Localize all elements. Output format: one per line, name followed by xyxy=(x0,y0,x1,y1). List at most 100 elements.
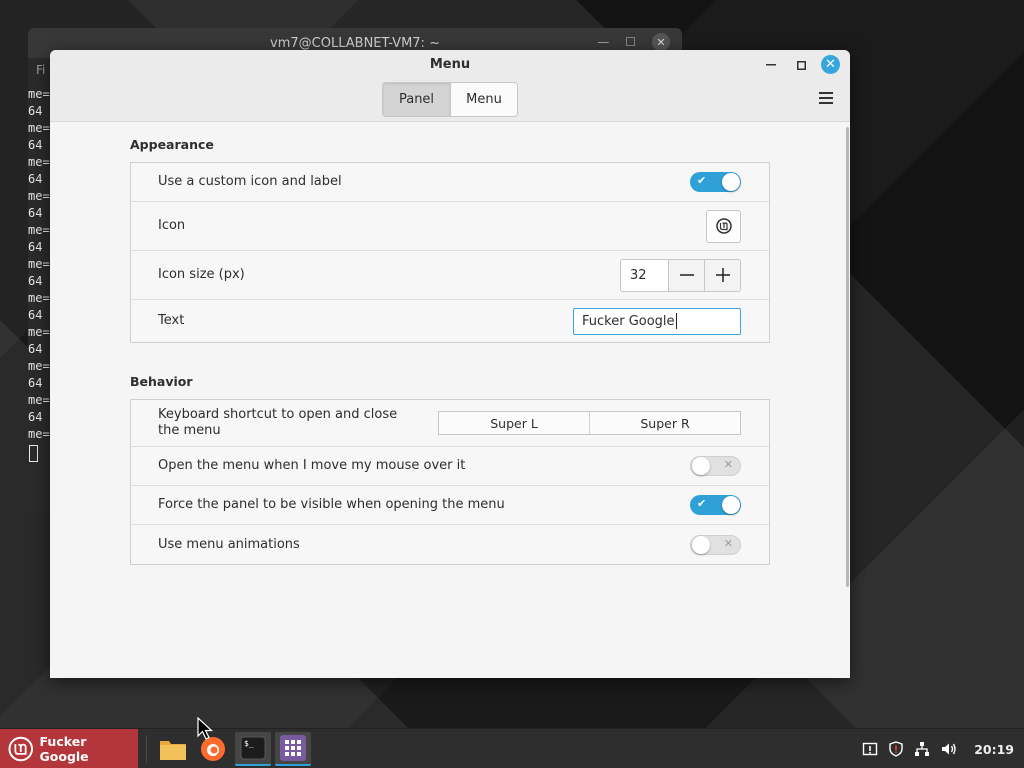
menu-text-value: Fucker Google xyxy=(582,313,675,329)
menu-settings-dialog: Menu ✕ Panel Menu Appearance Use a custo… xyxy=(50,50,850,678)
terminal-menu-file[interactable]: Fi xyxy=(36,63,45,77)
hover-label: Open the menu when I move my mouse over … xyxy=(158,458,466,473)
dialog-title: Menu xyxy=(429,57,471,72)
mouse-pointer-icon xyxy=(197,717,214,740)
shortcut-primary[interactable]: Super L xyxy=(439,412,589,434)
minus-icon xyxy=(679,274,694,276)
row-force-panel: Force the panel to be visible when openi… xyxy=(131,486,769,525)
row-icon: Icon xyxy=(131,202,769,251)
animations-switch[interactable]: ✕ xyxy=(690,534,741,555)
tab-panel[interactable]: Panel xyxy=(383,83,450,116)
tab-switcher: Panel Menu xyxy=(382,82,518,117)
maximize-icon[interactable]: ☐ xyxy=(625,35,636,49)
custom-icon-label: Use a custom icon and label xyxy=(158,174,342,189)
menu-applet-label: Fucker Google xyxy=(39,734,89,764)
terminal-line: me= xyxy=(28,155,50,169)
terminal-launcher[interactable]: $_ xyxy=(235,732,271,766)
row-text: Text Fucker Google xyxy=(131,300,769,342)
x-icon: ✕ xyxy=(723,536,733,550)
terminal-line: 64 xyxy=(28,376,43,390)
hamburger-menu-icon[interactable] xyxy=(819,92,833,107)
minimize-icon[interactable]: — xyxy=(597,35,609,49)
behavior-frame: Keyboard shortcut to open and close the … xyxy=(130,399,770,565)
terminal-line: me= xyxy=(28,393,50,407)
settings-page: Appearance Use a custom icon and label ✔… xyxy=(50,122,850,678)
menu-settings-launcher[interactable] xyxy=(275,732,311,766)
menu-applet-button[interactable]: Fucker Google xyxy=(0,729,138,768)
hover-switch[interactable]: ✕ xyxy=(690,456,741,476)
custom-icon-switch[interactable]: ✔ xyxy=(690,172,741,192)
force-panel-switch[interactable]: ✔ xyxy=(690,495,741,515)
svg-text:$_: $_ xyxy=(244,739,254,748)
taskbar: Fucker Google $_ 20:19 xyxy=(0,728,1024,768)
terminal-line: me= xyxy=(28,325,50,339)
decrement-button[interactable] xyxy=(668,259,704,291)
shortcut-secondary[interactable]: Super R xyxy=(589,412,740,434)
text-label: Text xyxy=(158,313,185,328)
panel-separator xyxy=(146,735,147,763)
plus-icon xyxy=(715,268,730,282)
x-icon: ✕ xyxy=(723,458,733,471)
terminal-line: me= xyxy=(28,427,50,441)
terminal-line: 64 xyxy=(28,206,43,220)
terminal-line: 64 xyxy=(28,240,43,254)
terminal-line: 64 xyxy=(28,308,43,322)
shield-icon[interactable] xyxy=(888,741,904,757)
row-hover: Open the menu when I move my mouse over … xyxy=(131,447,769,486)
icon-label: Icon xyxy=(158,218,186,233)
row-shortcut: Keyboard shortcut to open and close the … xyxy=(131,400,769,447)
system-tray: 20:19 xyxy=(862,729,1014,768)
icon-size-spinner: 32 xyxy=(620,258,741,292)
appearance-frame: Use a custom icon and label ✔ Icon Icon … xyxy=(130,162,770,343)
terminal-line: me= xyxy=(28,257,50,271)
row-icon-size: Icon size (px) 32 xyxy=(131,251,769,300)
check-icon: ✔ xyxy=(697,497,707,510)
close-icon[interactable]: ✕ xyxy=(652,33,670,51)
shortcut-picker: Super L Super R xyxy=(438,411,741,435)
terminal-output: me= 64 me= 64 me= 64 me= 64 me= 64 me= 64 me= 64 me= 64… xyxy=(28,86,50,462)
terminal-icon: $_ xyxy=(240,736,266,760)
section-title-appearance: Appearance xyxy=(130,137,214,152)
terminal-line: 64 xyxy=(28,104,43,118)
folder-icon xyxy=(160,741,186,760)
terminal-line: me= xyxy=(28,359,50,373)
terminal-title: vm7@COLLABNET-VM7: ~ xyxy=(270,35,440,51)
icon-chooser-button[interactable] xyxy=(706,209,741,243)
minimize-icon xyxy=(766,64,776,66)
tab-menu[interactable]: Menu xyxy=(450,83,517,116)
network-icon[interactable] xyxy=(914,741,930,757)
volume-icon[interactable] xyxy=(940,741,958,757)
shortcut-label: Keyboard shortcut to open and close the … xyxy=(158,407,398,438)
terminal-line: 64 xyxy=(28,274,43,288)
maximize-icon xyxy=(796,60,806,70)
terminal-line: 64 xyxy=(28,410,43,424)
terminal-line: me= xyxy=(28,87,50,101)
terminal-cursor xyxy=(29,445,38,462)
force-panel-label: Force the panel to be visible when openi… xyxy=(158,497,505,512)
close-button[interactable]: ✕ xyxy=(821,55,840,74)
increment-button[interactable] xyxy=(704,259,740,291)
terminal-line: me= xyxy=(28,223,50,237)
mint-logo-icon xyxy=(8,736,34,762)
terminal-line: 64 xyxy=(28,342,43,356)
maximize-button[interactable] xyxy=(791,56,811,74)
menu-text-input[interactable]: Fucker Google xyxy=(573,307,741,335)
minimize-button[interactable] xyxy=(761,56,781,74)
grid-icon xyxy=(280,735,306,761)
scrollbar[interactable] xyxy=(846,127,849,587)
icon-size-input[interactable]: 32 xyxy=(621,259,668,291)
files-launcher[interactable] xyxy=(155,732,191,766)
terminal-line: me= xyxy=(28,189,50,203)
terminal-line: me= xyxy=(28,121,50,135)
icon-size-label: Icon size (px) xyxy=(158,267,245,282)
terminal-line: 64 xyxy=(28,172,43,186)
close-icon: ✕ xyxy=(825,57,836,72)
dialog-header[interactable]: Menu ✕ Panel Menu xyxy=(50,50,850,122)
row-animations: Use menu animations ✕ xyxy=(131,525,769,564)
row-custom-icon: Use a custom icon and label ✔ xyxy=(131,163,769,202)
update-manager-icon[interactable] xyxy=(862,741,878,757)
clock[interactable]: 20:19 xyxy=(974,742,1014,757)
terminal-line: me= xyxy=(28,291,50,305)
mint-logo-icon xyxy=(715,218,732,234)
section-title-behavior: Behavior xyxy=(130,374,193,389)
